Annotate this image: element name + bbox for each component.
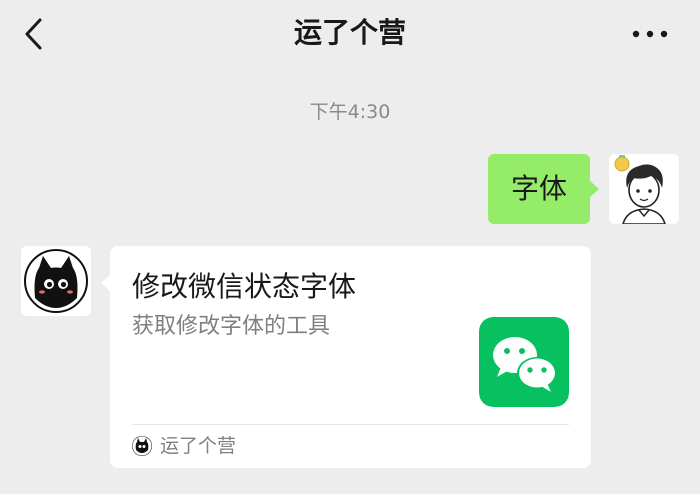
chat-header: 运了个营 [0,0,700,68]
card-source-name: 运了个营 [160,435,237,457]
card-source: 运了个营 [132,434,236,458]
outgoing-message-bubble[interactable]: 字体 [488,154,599,224]
sender-avatar[interactable] [21,246,91,316]
black-cat-icon [132,436,152,456]
message-timestamp: 下午4:30 [309,101,391,123]
black-cat-avatar [21,246,91,316]
card-thumbnail [479,317,569,407]
more-dots-icon [632,30,668,38]
my-avatar[interactable] [609,154,679,224]
more-button[interactable] [628,22,672,46]
card-description: 获取修改字体的工具 [132,314,331,339]
card-title: 修改微信状态字体 [132,270,357,303]
card-divider [132,424,569,425]
cartoon-boy-avatar [609,154,679,224]
chat-title: 运了个营 [293,16,406,49]
wechat-logo-icon [479,317,569,407]
link-card-message[interactable]: 修改微信状态字体 获取修改字体的工具 运了个营 [101,246,591,468]
